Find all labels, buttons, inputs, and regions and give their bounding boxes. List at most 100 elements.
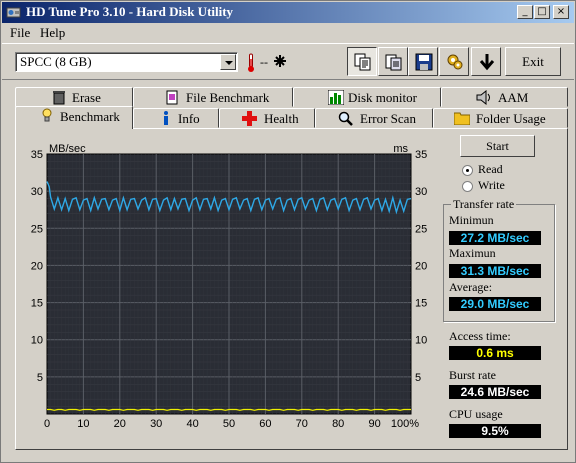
trash-icon	[53, 91, 65, 105]
write-label: Write	[478, 178, 505, 192]
exit-button[interactable]: Exit	[505, 47, 561, 76]
close-button[interactable]: ×	[553, 5, 569, 19]
snowflake-icon	[274, 55, 286, 67]
drive-select-value: SPCC (8 GB)	[20, 54, 92, 69]
tab-folder-usage[interactable]: Folder Usage	[433, 108, 568, 128]
minimum-value: 27.2 MB/sec	[449, 231, 541, 245]
access-time-label: Access time:	[449, 329, 511, 343]
tab-disk-monitor-label: Disk monitor	[348, 90, 417, 105]
tab-health[interactable]: Health	[219, 108, 315, 128]
x-tick-label: 40	[186, 418, 198, 430]
average-value: 29.0 MB/sec	[449, 297, 541, 311]
read-label: Read	[478, 162, 503, 176]
drive-select[interactable]: SPCC (8 GB)	[15, 52, 238, 72]
tab-folder-usage-label: Folder Usage	[476, 111, 546, 126]
chevron-down-icon[interactable]	[220, 54, 236, 70]
y-tick-label: 25	[31, 223, 43, 235]
start-button[interactable]: Start	[460, 135, 535, 157]
maximize-button[interactable]: □	[534, 5, 550, 19]
x-tick-label: 20	[114, 418, 126, 430]
x-axis: 0 10 20 30 40 50 60 70 80 90 100%	[44, 418, 419, 430]
clipboard-icon	[385, 54, 402, 71]
x-tick-label: 90	[368, 418, 380, 430]
x-tick-label: 100%	[391, 418, 419, 430]
x-tick-label: 30	[150, 418, 162, 430]
x-tick-label: 10	[77, 418, 89, 430]
download-button[interactable]	[471, 47, 501, 76]
file-icon	[166, 90, 178, 105]
options-button[interactable]	[439, 47, 469, 76]
burst-rate-value: 24.6 MB/sec	[449, 385, 541, 399]
minimize-button[interactable]: _	[517, 5, 533, 19]
window-title: HD Tune Pro 3.10 - Hard Disk Utility	[26, 4, 234, 19]
tab-benchmark-label: Benchmark	[60, 109, 120, 124]
title-bar[interactable]: HD Tune Pro 3.10 - Hard Disk Utility _ □…	[2, 2, 574, 23]
maximum-value: 31.3 MB/sec	[449, 264, 541, 278]
tab-benchmark[interactable]: Benchmark	[15, 106, 133, 129]
speaker-icon	[476, 90, 490, 105]
gears-icon	[447, 54, 463, 70]
x-tick-label: 80	[332, 418, 344, 430]
access-time-value: 0.6 ms	[449, 346, 541, 360]
y-axis-left-unit: MB/sec	[49, 143, 86, 155]
maximum-label: Maximun	[449, 246, 496, 260]
copy-text-button[interactable]	[347, 47, 377, 76]
x-tick-label: 50	[223, 418, 235, 430]
y-tick-label: 15	[415, 298, 427, 310]
y-tick-label: 15	[31, 298, 43, 310]
x-tick-label: 60	[259, 418, 271, 430]
tab-aam-label: AAM	[498, 90, 529, 105]
arrow-down-icon	[479, 54, 495, 71]
cpu-usage-value: 9.5%	[449, 424, 541, 438]
transfer-rate-chart: 5 10 15 20 25 30 35 5 10 15 20 25 30 35 0 10 20 30 40 50 6…	[31, 143, 428, 430]
app-icon	[6, 7, 21, 18]
y-tick-label: 30	[415, 186, 427, 198]
thermometer-icon	[248, 53, 254, 72]
tab-error-scan-label: Error Scan	[360, 111, 416, 126]
write-radio[interactable]	[462, 181, 473, 192]
y-tick-label: 30	[31, 186, 43, 198]
transfer-rate-title: Transfer rate	[451, 197, 517, 212]
tab-erase-label: Erase	[72, 90, 101, 105]
tab-error-scan[interactable]: Error Scan	[315, 108, 433, 128]
y-tick-label: 35	[415, 149, 427, 161]
tab-erase[interactable]: Erase	[15, 87, 133, 107]
tab-disk-monitor[interactable]: Disk monitor	[293, 87, 441, 107]
y-tick-label: 20	[31, 260, 43, 272]
floppy-icon	[415, 53, 433, 71]
burst-rate-label: Burst rate	[449, 368, 496, 382]
tab-info-label: Info	[178, 111, 200, 126]
y-tick-label: 20	[415, 260, 427, 272]
chart-grid	[47, 154, 411, 414]
lightbulb-icon	[42, 108, 52, 122]
x-tick-label: 0	[44, 418, 50, 430]
menu-file[interactable]: File	[10, 25, 30, 41]
tab-file-benchmark[interactable]: File Benchmark	[133, 87, 293, 107]
tab-health-label: Health	[264, 111, 299, 126]
menu-help[interactable]: Help	[40, 25, 65, 41]
cpu-usage-label: CPU usage	[449, 407, 503, 421]
y-tick-label: 35	[31, 149, 43, 161]
y-axis-left: 5 10 15 20 25 30 35	[31, 149, 43, 384]
folder-icon	[454, 112, 470, 125]
y-tick-label: 5	[37, 372, 43, 384]
tab-aam[interactable]: AAM	[441, 87, 568, 107]
read-radio[interactable]	[462, 165, 473, 176]
red-cross-icon	[242, 111, 257, 126]
copy-icon	[354, 53, 371, 71]
save-button[interactable]	[408, 47, 438, 76]
magnifier-icon	[338, 111, 353, 126]
menu-bar: File Help	[2, 24, 574, 42]
y-tick-label: 25	[415, 223, 427, 235]
x-tick-label: 70	[296, 418, 308, 430]
average-label: Average:	[449, 280, 493, 294]
y-axis-right-unit: ms	[393, 143, 408, 155]
tab-file-benchmark-label: File Benchmark	[186, 90, 270, 105]
temperature-readout: --	[260, 55, 268, 69]
info-icon	[164, 111, 168, 125]
y-tick-label: 5	[415, 372, 421, 384]
y-tick-label: 10	[415, 335, 427, 347]
tab-info[interactable]: Info	[133, 108, 219, 128]
bar-chart-icon	[328, 90, 344, 105]
copy-screenshot-button[interactable]	[378, 47, 408, 76]
